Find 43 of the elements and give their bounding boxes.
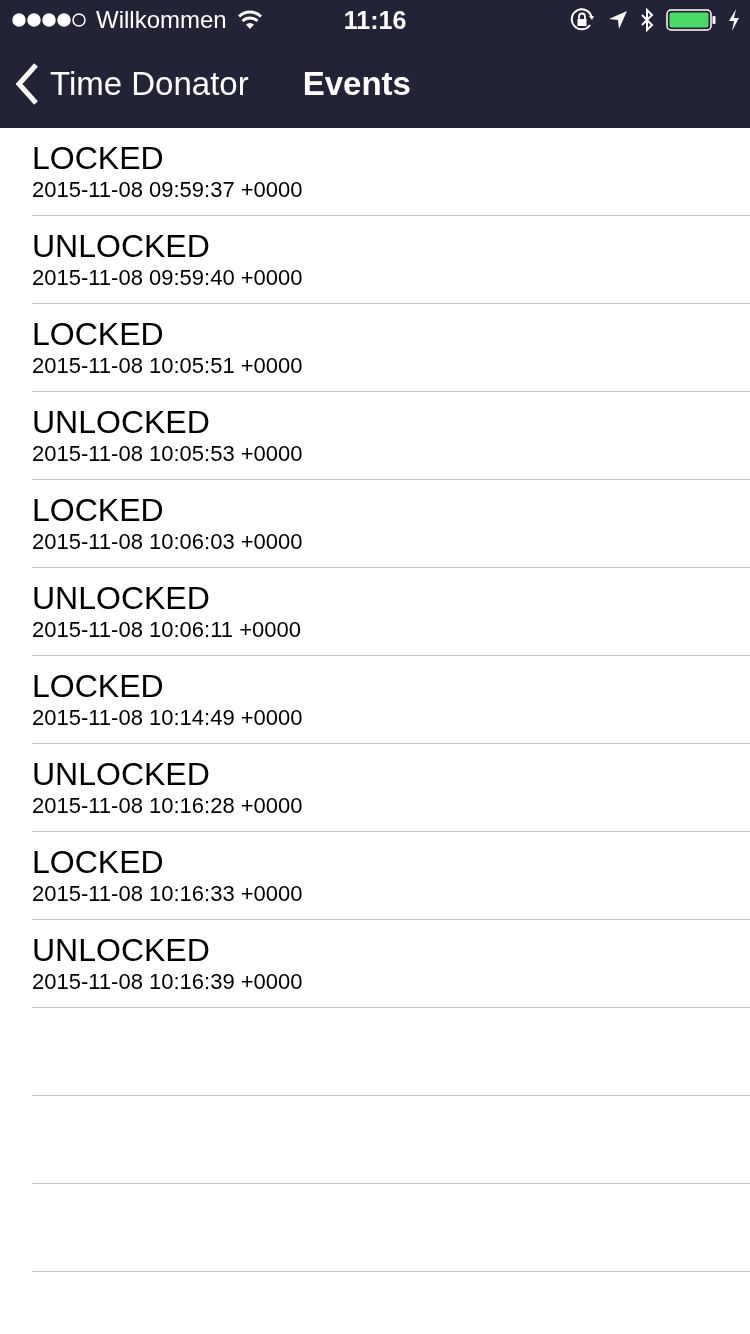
event-timestamp: 2015-11-08 09:59:40 +0000 (32, 263, 304, 292)
clock: 11:16 (343, 5, 407, 35)
location-arrow-icon (608, 10, 628, 30)
event-timestamp: 2015-11-08 10:05:53 +0000 (32, 439, 304, 468)
event-timestamp: 2015-11-08 10:06:03 +0000 (32, 527, 304, 556)
back-button[interactable]: Time Donator (14, 62, 249, 106)
event-state: LOCKED (32, 491, 165, 528)
back-label[interactable]: Time Donator (50, 65, 249, 103)
wifi-icon (236, 10, 263, 30)
event-state: UNLOCKED (32, 403, 211, 440)
event-row[interactable]: LOCKED 2015-11-08 10:16:33 +0000 (32, 832, 750, 920)
carrier-name: Willkommen (96, 6, 227, 34)
event-timestamp: 2015-11-08 10:06:11 +0000 (32, 615, 302, 644)
nav-title: Events (302, 65, 411, 103)
event-timestamp: 2015-11-08 10:14:49 +0000 (32, 703, 304, 732)
event-row[interactable]: LOCKED 2015-11-08 10:14:49 +0000 (32, 656, 750, 744)
event-row[interactable]: UNLOCKED 2015-11-08 10:16:28 +0000 (32, 744, 750, 832)
event-timestamp: 2015-11-08 10:16:28 +0000 (32, 791, 304, 820)
event-state: UNLOCKED (32, 755, 211, 792)
chevron-left-icon (14, 62, 40, 106)
event-state: LOCKED (32, 315, 165, 352)
event-row[interactable]: LOCKED 2015-11-08 09:59:37 +0000 (32, 128, 750, 216)
event-state: LOCKED (32, 667, 165, 704)
event-state: UNLOCKED (32, 579, 211, 616)
battery-icon (666, 9, 716, 31)
signal-icon (12, 12, 86, 28)
bluetooth-icon (640, 8, 654, 32)
event-timestamp: 2015-11-08 10:16:33 +0000 (32, 879, 304, 908)
event-row[interactable]: UNLOCKED 2015-11-08 09:59:40 +0000 (32, 216, 750, 304)
event-state: LOCKED (32, 139, 165, 176)
event-row[interactable]: UNLOCKED 2015-11-08 10:16:39 +0000 (32, 920, 750, 1008)
event-timestamp: 2015-11-08 10:05:51 +0000 (32, 351, 304, 380)
event-row[interactable]: LOCKED 2015-11-08 10:06:03 +0000 (32, 480, 750, 568)
event-row[interactable]: LOCKED 2015-11-08 10:05:51 +0000 (32, 304, 750, 392)
charging-bolt-icon (728, 9, 740, 31)
event-state: LOCKED (32, 843, 165, 880)
event-row[interactable]: UNLOCKED 2015-11-08 10:06:11 +0000 (32, 568, 750, 656)
event-timestamp: 2015-11-08 10:16:39 +0000 (32, 967, 304, 996)
event-row[interactable]: UNLOCKED 2015-11-08 10:05:53 +0000 (32, 392, 750, 480)
event-state: UNLOCKED (32, 931, 211, 968)
event-state: UNLOCKED (32, 227, 211, 264)
rotation-lock-icon (570, 8, 596, 32)
event-timestamp: 2015-11-08 09:59:37 +0000 (32, 175, 304, 204)
